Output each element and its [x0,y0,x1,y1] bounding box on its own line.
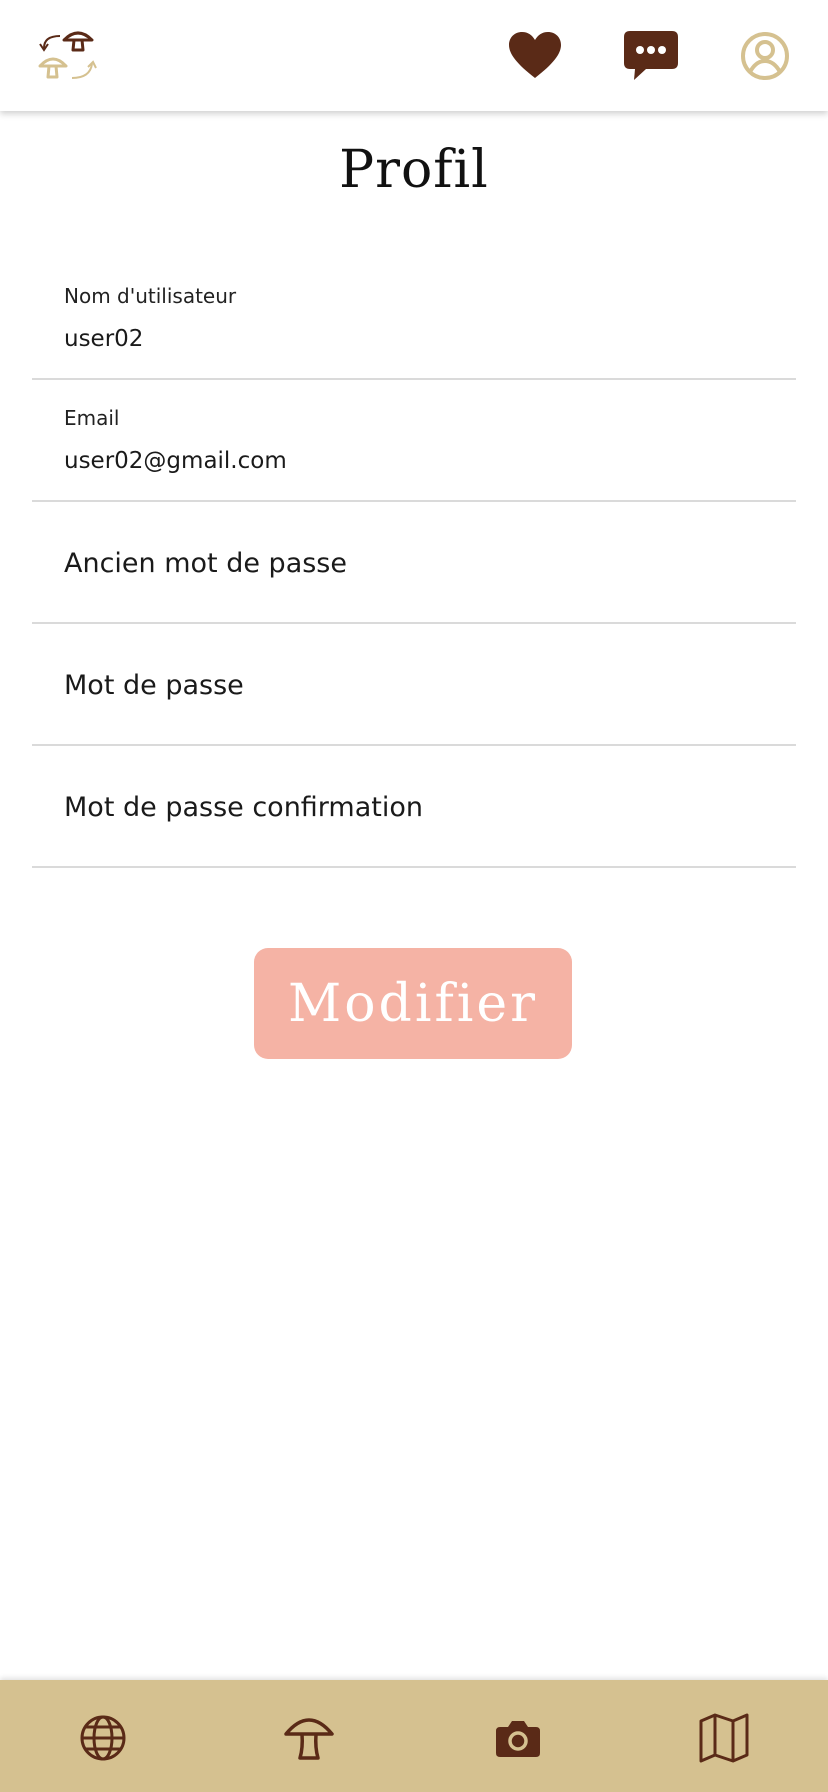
mushroom-swap-logo[interactable] [38,26,104,86]
page-title: Profil [339,140,489,200]
heart-icon[interactable] [507,28,563,84]
chat-bubble-icon[interactable] [623,28,679,84]
email-label: Email [64,406,120,430]
email-value[interactable]: user02@gmail.com [64,448,287,474]
globe-icon[interactable] [75,1710,131,1766]
camera-icon[interactable] [490,1710,546,1766]
password-placeholder: Mot de passe [64,670,244,701]
bottom-nav [0,1680,828,1792]
username-value[interactable]: user02 [64,326,143,352]
email-field[interactable]: Email user02@gmail.com [32,380,796,502]
user-circle-icon[interactable] [737,28,793,84]
top-bar [0,0,828,111]
password-confirmation-field[interactable]: Mot de passe confirmation [32,746,796,868]
old-password-field[interactable]: Ancien mot de passe [32,502,796,624]
password-confirmation-placeholder: Mot de passe confirmation [64,792,424,823]
password-field[interactable]: Mot de passe [32,624,796,746]
modifier-button[interactable]: Modifier [254,948,572,1059]
old-password-placeholder: Ancien mot de passe [64,548,347,579]
profile-screen: Profil Nom d'utilisateur user02 Email us… [0,0,828,1792]
map-icon[interactable] [696,1710,752,1766]
mushroom-icon[interactable] [281,1710,337,1766]
username-field[interactable]: Nom d'utilisateur user02 [32,258,796,380]
username-label: Nom d'utilisateur [64,284,237,308]
